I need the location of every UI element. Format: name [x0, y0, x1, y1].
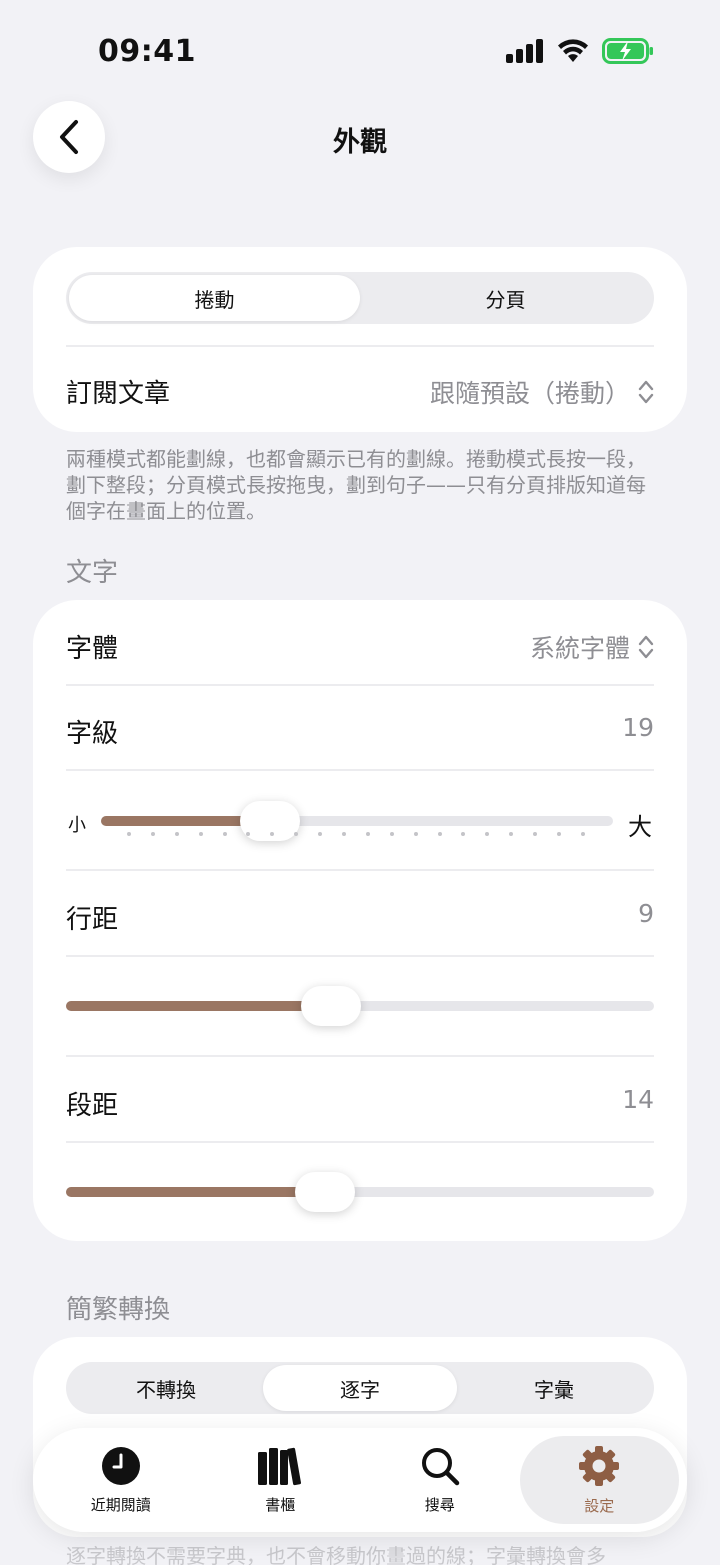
tick: [222, 832, 227, 836]
tab-settings[interactable]: 設定: [519, 1436, 679, 1524]
tab-bookshelf[interactable]: 書櫃: [201, 1436, 361, 1524]
size-max-label: 大: [628, 813, 652, 841]
tick: [389, 832, 394, 836]
wifi-icon: [558, 39, 588, 62]
segment-vocabulary[interactable]: 字彙: [457, 1365, 651, 1411]
font-label: 字體: [66, 634, 119, 664]
font-size-label: 字級: [66, 719, 119, 749]
tick: [437, 832, 442, 836]
reading-mode-card: 捲動 分頁 訂閱文章 跟隨預設（捲動）: [33, 247, 687, 432]
reading-mode-segmented-control: 捲動 分頁: [66, 272, 654, 324]
status-icons: [506, 38, 654, 64]
gear-icon: [579, 1445, 620, 1486]
section-header-conversion: 簡繁轉換: [66, 1295, 171, 1325]
tick: [294, 832, 299, 836]
paragraph-spacing-label: 段距: [66, 1091, 119, 1121]
line-spacing-slider-fill: [66, 1001, 331, 1011]
tick: [485, 832, 490, 836]
line-spacing-slider[interactable]: [66, 986, 654, 1026]
tab-label: 書櫃: [265, 1495, 296, 1514]
subscription-label: 訂閱文章: [66, 379, 171, 409]
bookshelf-icon: [258, 1447, 302, 1485]
size-min-label: 小: [68, 815, 86, 836]
tick: [318, 832, 323, 836]
tab-label: 搜尋: [424, 1495, 455, 1514]
section-header-text: 文字: [66, 558, 119, 588]
font-picker[interactable]: 系統字體: [530, 629, 654, 665]
status-time: 09:41: [98, 34, 196, 69]
segment-no-conversion[interactable]: 不轉換: [69, 1365, 263, 1411]
subscription-value: 跟隨預設（捲動）: [429, 379, 630, 408]
tick: [342, 832, 347, 836]
subscription-mode-picker[interactable]: 跟隨預設（捲動）: [430, 374, 654, 410]
signal-icon: [506, 39, 543, 63]
chevron-up-down-icon: [638, 635, 654, 659]
line-spacing-value: 9: [638, 899, 654, 928]
conversion-segmented-control: 不轉換 逐字 字彙: [66, 1362, 654, 1414]
line-spacing-slider-thumb[interactable]: [300, 986, 361, 1026]
divider: [66, 684, 654, 686]
paragraph-spacing-slider[interactable]: [66, 1172, 654, 1212]
divider: [66, 869, 654, 871]
line-spacing-label: 行距: [66, 905, 119, 935]
font-size-ticks: [127, 832, 585, 836]
segment-scroll[interactable]: 捲動: [69, 275, 360, 321]
tick: [198, 832, 203, 836]
tick: [127, 832, 131, 836]
status-bar: 09:41: [0, 0, 720, 100]
tab-recent-reading[interactable]: 近期閱讀: [41, 1436, 201, 1524]
paragraph-spacing-slider-thumb[interactable]: [294, 1172, 355, 1212]
divider: [66, 769, 654, 771]
paragraph-spacing-slider-fill: [66, 1187, 325, 1197]
tab-label: 設定: [584, 1496, 615, 1515]
divider: [66, 1141, 654, 1143]
tick: [174, 832, 179, 836]
font-size-slider[interactable]: [101, 801, 613, 841]
font-size-value: 19: [622, 713, 654, 742]
conversion-footnote: 逐字轉換不需要字典，也不會移動你畫過的線；字彙轉換會多: [66, 1544, 606, 1565]
font-value: 系統字體: [529, 634, 630, 663]
tick: [580, 832, 585, 836]
divider: [66, 345, 654, 347]
divider: [66, 955, 654, 957]
tick: [557, 832, 562, 836]
reading-mode-note: 兩種模式都能劃線，也都會顯示已有的劃線。捲動模式長按一段，劃下整段；分頁模式長按…: [66, 447, 646, 523]
tick: [533, 832, 538, 836]
tick: [246, 832, 251, 836]
tab-search[interactable]: 搜尋: [360, 1436, 520, 1524]
clock-icon: [101, 1446, 140, 1485]
battery-charging-icon: [602, 38, 653, 64]
segment-paged[interactable]: 分頁: [360, 275, 651, 321]
tab-bar: 近期閱讀 書櫃 搜尋 設定: [33, 1428, 687, 1532]
tick: [150, 832, 155, 836]
divider: [66, 1055, 654, 1057]
tick: [270, 832, 275, 836]
page-title: 外觀: [333, 127, 387, 158]
tick: [413, 832, 418, 836]
tick: [509, 832, 514, 836]
tick: [461, 832, 466, 836]
text-settings-card: 字體 系統字體 字級 19 小 大 行距 9 段距 14: [33, 600, 687, 1241]
tab-label: 近期閱讀: [90, 1495, 151, 1514]
tick: [365, 832, 370, 836]
search-icon: [421, 1447, 459, 1485]
segment-per-character[interactable]: 逐字: [263, 1365, 457, 1411]
paragraph-spacing-value: 14: [622, 1085, 654, 1114]
chevron-up-down-icon: [638, 380, 654, 404]
